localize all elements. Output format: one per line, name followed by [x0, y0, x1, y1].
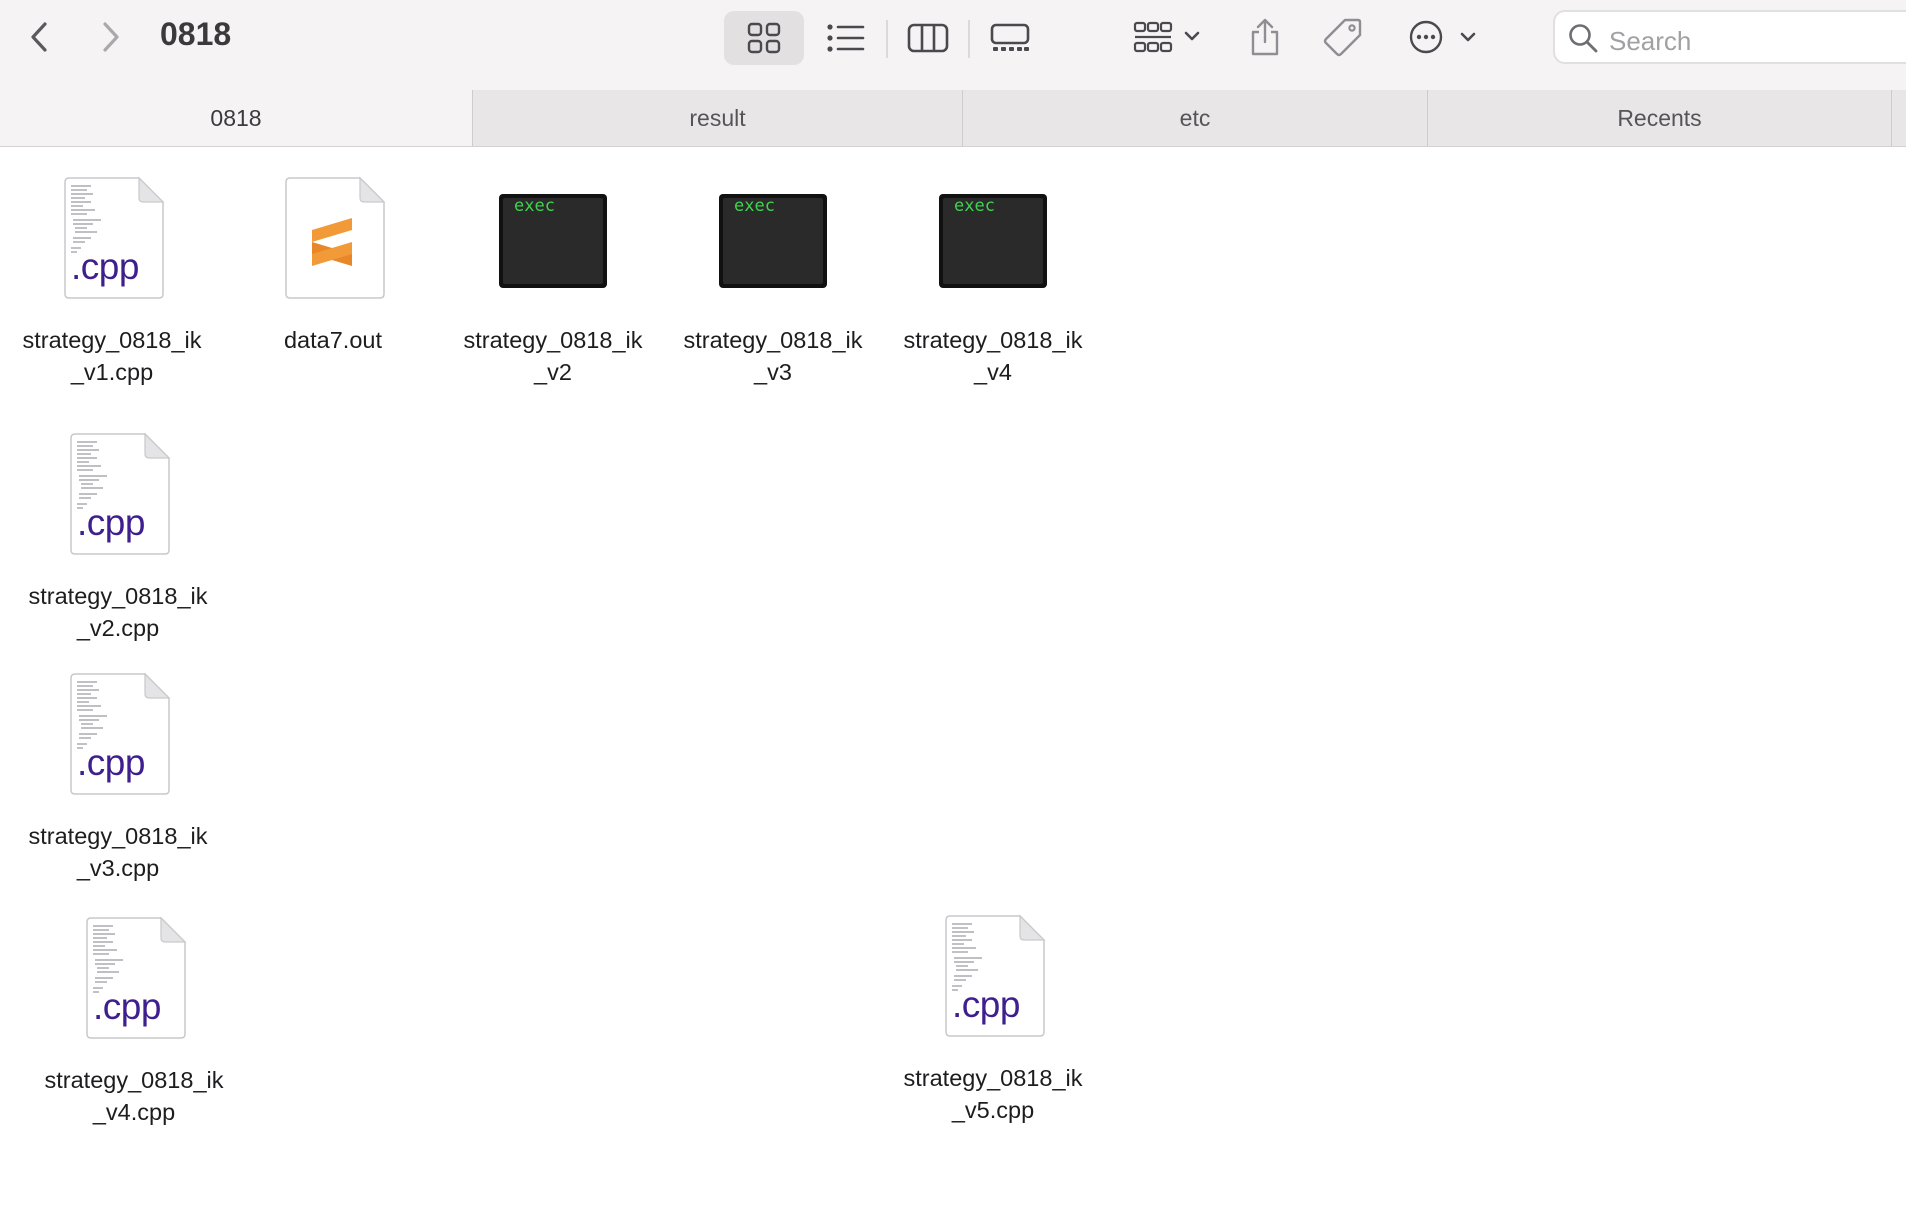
file-name: data7.out: [283, 327, 382, 353]
more-actions-button[interactable]: [1402, 12, 1482, 62]
finder-toolbar: 0818 Search: [0, 0, 1906, 90]
file-name: strategy_0818_ik _v3.cpp: [28, 823, 208, 881]
gallery-icon: [990, 23, 1030, 51]
grid-icon: [747, 22, 781, 54]
search-icon: [1569, 24, 1598, 53]
file-name: strategy_0818_ik _v2: [463, 327, 643, 385]
column-view-button[interactable]: [888, 11, 968, 65]
share-icon: [1251, 18, 1279, 56]
list-view-button[interactable]: [806, 11, 886, 65]
columns-icon: [907, 23, 949, 53]
file-name: strategy_0818_ik _v4: [903, 327, 1083, 385]
tab-etc[interactable]: etc: [963, 90, 1427, 146]
cpp-file-icon: .cpp: [63, 430, 173, 558]
list-icon: [827, 24, 865, 52]
chevron-right-icon: [103, 22, 119, 52]
file-item-exec[interactable]: exec strategy_0818_ik _v4: [888, 174, 1098, 388]
exec-file-icon: exec: [498, 174, 608, 302]
gallery-view-button[interactable]: [970, 11, 1050, 65]
search-field[interactable]: Search: [1553, 10, 1906, 64]
exec-file-icon: exec: [718, 174, 828, 302]
file-name: strategy_0818_ik _v4.cpp: [44, 1067, 224, 1125]
file-name: strategy_0818_ik _v2.cpp: [28, 583, 208, 641]
back-button[interactable]: [16, 13, 64, 61]
forward-button[interactable]: [86, 13, 134, 61]
cpp-file-icon: .cpp: [63, 670, 173, 798]
tab-bar: 0818 result etc Recents: [0, 90, 1906, 147]
file-name: strategy_0818_ik _v5.cpp: [903, 1065, 1083, 1123]
group-by-button[interactable]: [1128, 14, 1208, 62]
tag-icon: [1323, 18, 1362, 57]
tab-divider: [1891, 90, 1892, 146]
file-item-exec[interactable]: exec strategy_0818_ik _v2: [448, 174, 658, 388]
tab-result[interactable]: result: [473, 90, 962, 146]
ellipsis-circle-icon: [1409, 20, 1476, 54]
exec-file-icon: exec: [938, 174, 1048, 302]
file-item-cpp[interactable]: .cpp strategy_0818_ik _v4.cpp: [29, 914, 239, 1128]
file-item-cpp[interactable]: .cpp strategy_0818_ik _v3.cpp: [13, 670, 223, 884]
cpp-file-icon: .cpp: [57, 174, 167, 302]
file-item-cpp[interactable]: .cpp strategy_0818_ik _v5.cpp: [888, 912, 1098, 1126]
file-name: strategy_0818_ik _v1.cpp: [22, 327, 202, 385]
chevron-left-icon: [31, 22, 47, 52]
file-name: strategy_0818_ik _v3: [683, 327, 863, 385]
icon-view-button[interactable]: [724, 11, 804, 65]
cpp-file-icon: .cpp: [79, 914, 189, 1042]
window-title: 0818: [160, 16, 232, 52]
chevron-down-icon: [1184, 31, 1200, 41]
file-item-exec[interactable]: exec strategy_0818_ik _v3: [668, 174, 878, 388]
cpp-file-icon: .cpp: [938, 912, 1048, 1040]
file-item-cpp[interactable]: .cpp strategy_0818_ik _v1.cpp: [7, 174, 217, 388]
file-item-cpp[interactable]: .cpp strategy_0818_ik _v2.cpp: [13, 430, 223, 644]
tab-recents[interactable]: Recents: [1428, 90, 1891, 146]
sublime-text-file-icon: [278, 174, 388, 302]
group-by-icon: [1133, 21, 1200, 53]
file-item-out[interactable]: data7.out: [228, 174, 438, 356]
share-button[interactable]: [1240, 12, 1290, 62]
search-placeholder: Search: [1609, 26, 1692, 56]
tag-button[interactable]: [1318, 12, 1368, 62]
tab-0818[interactable]: 0818: [0, 90, 472, 146]
